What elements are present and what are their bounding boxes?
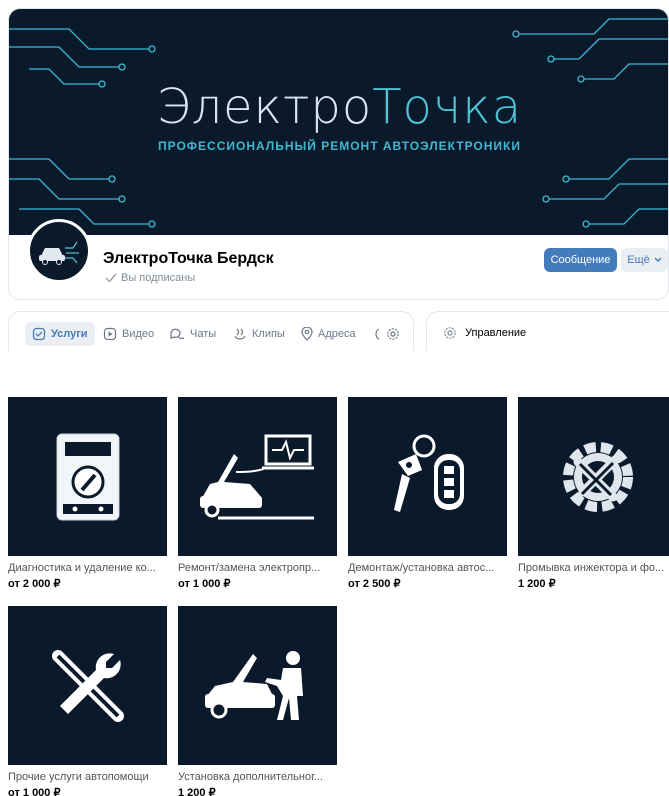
service-item[interactable]: Установка дополнительног... 1 200 ₽ bbox=[178, 606, 337, 796]
tab-more[interactable] bbox=[373, 322, 400, 346]
gear-icon bbox=[444, 327, 456, 339]
car-key-icon bbox=[393, 434, 464, 512]
multimeter-icon bbox=[56, 433, 119, 520]
service-title: Демонтаж/установка автос... bbox=[348, 562, 495, 574]
more-button[interactable]: Ещё bbox=[621, 248, 668, 272]
service-item[interactable]: Демонтаж/установка автос... от 2 500 ₽ bbox=[348, 397, 507, 590]
service-price: от 1 000 ₽ bbox=[178, 578, 231, 590]
tab-clips[interactable]: Клипы bbox=[233, 322, 285, 346]
service-image bbox=[8, 397, 167, 556]
service-image bbox=[8, 606, 167, 765]
community-name: ЭлектроТочка Бердск bbox=[103, 250, 274, 267]
service-image bbox=[518, 397, 669, 556]
message-button[interactable]: Сообщение bbox=[544, 248, 617, 272]
service-item[interactable]: Промывка инжектора и фо... 1 200 ₽ bbox=[518, 397, 669, 590]
car-diagnostic-icon bbox=[199, 434, 314, 519]
community-page: ЭлектроТочка ПРОФЕССИОНАЛЬНЫЙ РЕМОНТ АВТ… bbox=[0, 0, 669, 796]
tab-addresses-label: Адреса bbox=[318, 328, 356, 340]
tab-chats-label: Чаты bbox=[190, 328, 217, 340]
service-title: Диагностика и удаление ко... bbox=[8, 562, 156, 574]
service-image bbox=[178, 397, 337, 556]
tab-chats[interactable]: Чаты bbox=[169, 322, 216, 346]
tools-icon bbox=[51, 649, 124, 722]
more-button-label: Ещё bbox=[627, 254, 650, 266]
tab-services-label: Услуги bbox=[51, 328, 88, 340]
cover-image: ЭлектроТочка ПРОФЕССИОНАЛЬНЫЙ РЕМОНТ АВТ… bbox=[9, 9, 668, 235]
brand-tagline: ПРОФЕССИОНАЛЬНЫЙ РЕМОНТ АВТОЭЛЕКТРОНИКИ bbox=[157, 139, 522, 153]
service-item[interactable]: Ремонт/замена электропр... от 1 000 ₽ bbox=[178, 397, 337, 590]
tab-video[interactable]: Видео bbox=[103, 322, 154, 346]
brand-title-part1: Электро bbox=[156, 79, 373, 135]
chats-icon bbox=[170, 328, 185, 340]
service-price: 1 200 ₽ bbox=[178, 787, 216, 796]
car-circuit-icon bbox=[39, 241, 79, 265]
partial-tab-icon bbox=[375, 328, 380, 340]
tab-services[interactable]: Услуги bbox=[25, 322, 95, 346]
location-icon bbox=[301, 327, 313, 341]
wrench-gear-icon bbox=[562, 441, 633, 512]
chevron-down-icon bbox=[654, 257, 662, 262]
service-title: Прочие услуги автопомощи bbox=[8, 771, 149, 783]
tab-video-label: Видео bbox=[122, 328, 155, 340]
services-icon bbox=[32, 327, 46, 341]
tabs-bar: Услуги Видео Чаты Клипы Адреса bbox=[8, 311, 414, 351]
service-title: Ремонт/замена электропр... bbox=[178, 562, 321, 574]
subscription-status-label: Вы подписаны bbox=[121, 272, 196, 284]
manage-label: Управление bbox=[465, 327, 527, 339]
check-icon bbox=[105, 273, 117, 283]
manage-link[interactable]: Управление bbox=[443, 326, 526, 340]
service-price: от 1 000 ₽ bbox=[8, 787, 61, 796]
tab-addresses[interactable]: Адреса bbox=[301, 322, 356, 346]
avatar[interactable] bbox=[27, 219, 91, 283]
service-image bbox=[348, 397, 507, 556]
service-price: от 2 000 ₽ bbox=[8, 578, 61, 590]
clips-icon bbox=[234, 328, 246, 340]
service-price: 1 200 ₽ bbox=[518, 578, 556, 590]
service-title: Промывка инжектора и фо... bbox=[518, 562, 665, 574]
service-price: от 2 500 ₽ bbox=[348, 578, 401, 590]
brand-title: ЭлектроТочка bbox=[9, 79, 668, 135]
tab-clips-label: Клипы bbox=[252, 328, 285, 340]
service-image bbox=[178, 606, 337, 765]
video-icon bbox=[103, 327, 117, 341]
profile-card: ЭлектроТочка ПРОФЕССИОНАЛЬНЫЙ РЕМОНТ АВТ… bbox=[8, 8, 669, 300]
brand-title-part2: Точка bbox=[372, 79, 523, 135]
gear-icon bbox=[387, 328, 399, 340]
mechanic-icon bbox=[204, 650, 303, 720]
service-item[interactable]: Диагностика и удаление ко... от 2 000 ₽ bbox=[8, 397, 167, 590]
manage-panel: Управление bbox=[426, 311, 669, 351]
subscription-status[interactable]: Вы подписаны bbox=[105, 272, 195, 284]
service-title: Установка дополнительног... bbox=[178, 771, 323, 783]
service-item[interactable]: Прочие услуги автопомощи от 1 000 ₽ bbox=[8, 606, 167, 796]
